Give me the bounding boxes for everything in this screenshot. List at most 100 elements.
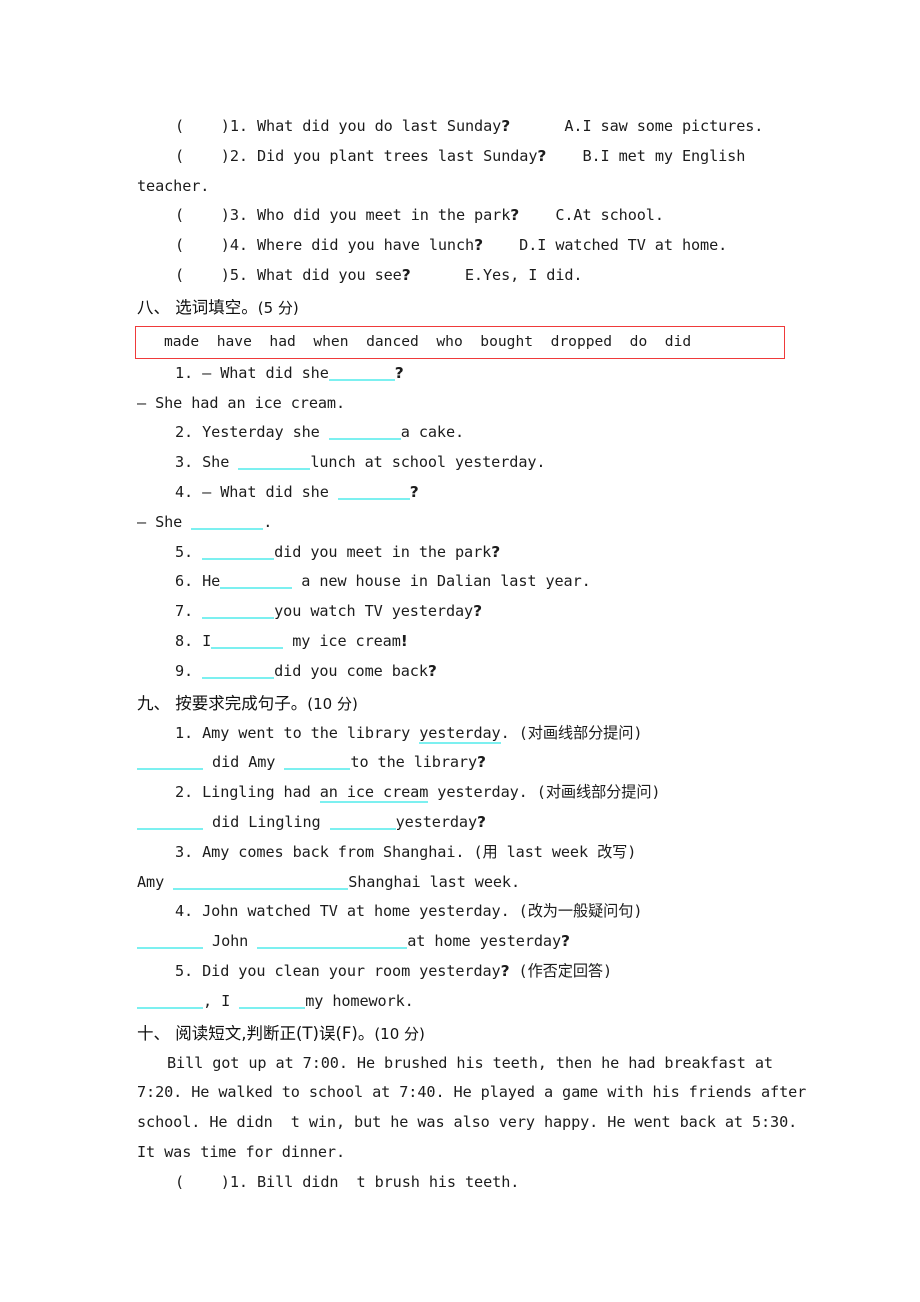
match-option-b: B.I met my English bbox=[582, 146, 746, 165]
item-number: 5. bbox=[175, 542, 194, 561]
question-mark: ? bbox=[394, 363, 404, 382]
matching-continuation: teacher. bbox=[137, 176, 210, 195]
item-text-end: a cake. bbox=[400, 423, 465, 442]
answer-bracket[interactable]: ( ) bbox=[175, 117, 230, 135]
item-text: He bbox=[193, 572, 221, 591]
match-option-e: E.Yes, I did. bbox=[464, 265, 583, 284]
word-bank: made have had when danced who bought dro… bbox=[135, 325, 785, 359]
answer-bracket[interactable]: ( ) bbox=[175, 206, 230, 224]
fill-blank-8[interactable] bbox=[211, 632, 284, 649]
section-8-number: 八、 bbox=[137, 297, 170, 317]
item-text: Bill didn t brush his teeth. bbox=[247, 1172, 520, 1191]
matching-row-5: ( )5. What did you see? E.Yes, I did. bbox=[137, 261, 787, 291]
s8-item-4: 4. — What did she ? bbox=[137, 478, 787, 508]
item-text: Amy went to the library bbox=[193, 723, 420, 742]
worksheet-page: ( )1. What did you do last Sunday? A.I s… bbox=[0, 0, 920, 1302]
s8-item-5: 5. did you meet in the park? bbox=[137, 538, 787, 568]
item-text-end: to the library bbox=[350, 753, 478, 772]
question-mark: ? bbox=[537, 146, 547, 165]
fill-blank-3[interactable] bbox=[238, 453, 311, 471]
fill-blank-7[interactable] bbox=[202, 602, 275, 620]
answer-bracket[interactable]: ( ) bbox=[175, 1173, 230, 1191]
item-text: John bbox=[203, 932, 258, 951]
item-text-end: my homework. bbox=[305, 991, 414, 1010]
item-text: did Amy bbox=[203, 753, 285, 772]
fill-blank-1[interactable] bbox=[328, 364, 395, 381]
s9-item-4-answer: John at home yesterday? bbox=[137, 927, 787, 957]
instruction-note: (用 last week 改写) bbox=[473, 842, 637, 861]
s8-item-2: 2. Yesterday she a cake. bbox=[137, 418, 787, 448]
item-text: — What did she bbox=[193, 363, 329, 382]
item-text-end: Shanghai last week. bbox=[348, 872, 521, 891]
question-mark: ? bbox=[473, 602, 483, 621]
fill-blank-9[interactable] bbox=[202, 662, 275, 679]
answer-bracket[interactable]: ( ) bbox=[175, 147, 230, 165]
word-bank-words[interactable]: made have had when danced who bought dro… bbox=[136, 331, 784, 353]
question-mark: ? bbox=[401, 265, 411, 284]
item-text-end: yesterday. bbox=[428, 783, 537, 802]
item-text: did Lingling bbox=[203, 812, 330, 831]
section-8-heading: 八、 选词填空。(5 分) bbox=[137, 293, 787, 323]
fill-blank-6[interactable] bbox=[220, 572, 293, 590]
fill-blank-s9-1b[interactable] bbox=[284, 753, 351, 771]
section-9-heading: 九、 按要求完成句子。(10 分) bbox=[137, 689, 787, 719]
match-option-c: C.At school. bbox=[555, 206, 664, 225]
passage-line-4: It was time for dinner. bbox=[137, 1142, 346, 1161]
worksheet-content: ( )1. What did you do last Sunday? A.I s… bbox=[135, 112, 806, 1198]
item-number: 3. bbox=[229, 206, 248, 225]
item-text-end: my ice cream bbox=[283, 631, 401, 650]
fill-blank-s9-5b[interactable] bbox=[239, 992, 306, 1009]
section-10-points: (10 分) bbox=[374, 1024, 425, 1043]
section-10-number: 十、 bbox=[137, 1023, 170, 1043]
section-9-points: (10 分) bbox=[307, 694, 358, 713]
section-10-title: 阅读短文,判断正(T)误(F) bbox=[170, 1023, 358, 1043]
item-number: 4. bbox=[175, 902, 194, 921]
fill-blank-4b[interactable] bbox=[191, 513, 264, 530]
item-number: 2. bbox=[175, 783, 194, 802]
fill-blank-s9-4a[interactable] bbox=[137, 932, 203, 950]
s8-item-6: 6. He a new house in Dalian last year. bbox=[137, 567, 787, 597]
answer-bracket[interactable]: ( ) bbox=[175, 266, 230, 284]
question-mark: ? bbox=[510, 206, 520, 225]
s9-item-3-answer: Amy Shanghai last week. bbox=[137, 868, 787, 898]
item-number: 1. bbox=[175, 723, 194, 742]
item-number: 3. bbox=[175, 842, 194, 861]
section-10-period: 。 bbox=[357, 1023, 375, 1043]
item-number: 1. bbox=[229, 1172, 248, 1191]
fill-blank-s9-5a[interactable] bbox=[137, 992, 203, 1009]
fill-blank-s9-2a[interactable] bbox=[137, 813, 203, 830]
instruction-note: (改为一般疑问句) bbox=[518, 902, 643, 921]
item-text: — She bbox=[137, 512, 192, 531]
fill-blank-s9-2b[interactable] bbox=[329, 813, 396, 830]
item-text-end: lunch at school yesterday. bbox=[310, 453, 546, 472]
matching-row-1: ( )1. What did you do last Sunday? A.I s… bbox=[137, 112, 787, 142]
answer-bracket[interactable]: ( ) bbox=[175, 236, 230, 254]
fill-blank-s9-4b[interactable] bbox=[257, 932, 408, 950]
fill-blank-4[interactable] bbox=[337, 483, 410, 500]
item-text: Did you clean your room yesterday bbox=[193, 961, 501, 980]
s8-item-3: 3. She lunch at school yesterday. bbox=[137, 448, 787, 478]
item-text-end: a new house in Dalian last year. bbox=[292, 572, 591, 591]
question-mark: ? bbox=[409, 482, 419, 501]
s9-item-5: 5. Did you clean your room yesterday? (作… bbox=[137, 957, 787, 987]
item-text-end: . bbox=[500, 723, 519, 742]
item-text: Yesterday she bbox=[193, 423, 329, 442]
item-text: Lingling had bbox=[193, 783, 320, 802]
fill-blank-2[interactable] bbox=[328, 423, 401, 441]
item-question: Where did you have lunch bbox=[247, 236, 475, 255]
question-mark: ? bbox=[474, 236, 483, 255]
s8-item-8: 8. I my ice cream! bbox=[137, 627, 787, 657]
fill-blank-5[interactable] bbox=[202, 543, 275, 560]
item-text: Amy comes back from Shanghai. bbox=[193, 842, 474, 861]
item-text-end: at home yesterday bbox=[407, 932, 562, 951]
item-text: Amy bbox=[137, 872, 174, 891]
item-number: 9. bbox=[175, 661, 194, 680]
item-text: — What did she bbox=[193, 482, 338, 501]
section-8-points: (5 分) bbox=[257, 298, 299, 317]
fill-blank-s9-3[interactable] bbox=[173, 873, 349, 890]
question-mark: ? bbox=[561, 932, 570, 951]
item-question: Did you plant trees last Sunday bbox=[247, 146, 538, 165]
fill-blank-s9-1a[interactable] bbox=[137, 753, 203, 771]
